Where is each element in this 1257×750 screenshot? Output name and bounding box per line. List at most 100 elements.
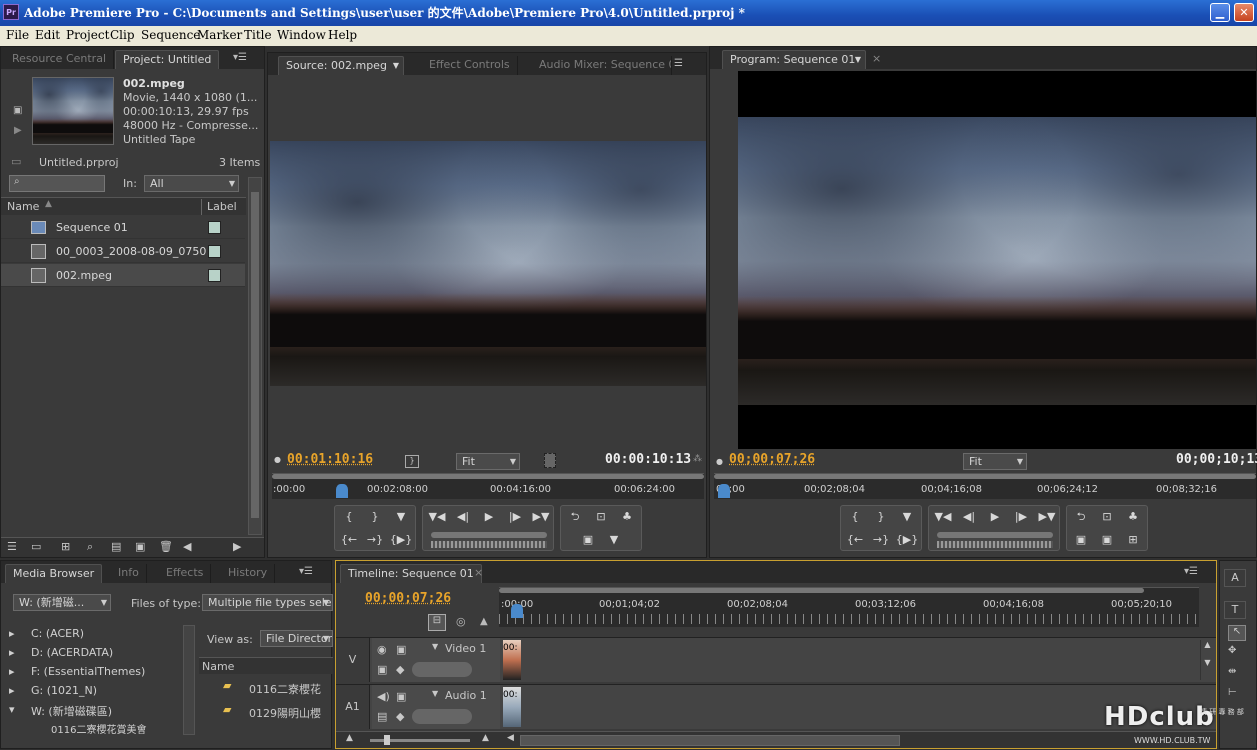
source-video-frame[interactable]	[270, 141, 706, 386]
folder-row[interactable]: ▰ 0129陽明山櫻	[199, 701, 333, 723]
project-item-clip-selected[interactable]: 002.mpeg	[1, 264, 245, 287]
panel-menu-icon[interactable]: ▾☰	[233, 52, 249, 64]
tab-media-browser[interactable]: Media Browser	[5, 564, 103, 583]
program-video-frame[interactable]	[738, 71, 1256, 449]
horizontal-scrollbar[interactable]	[520, 735, 900, 746]
tab-timeline[interactable]: Timeline: Sequence 01	[340, 564, 482, 583]
scroll-right-icon[interactable]: ▶	[233, 540, 241, 553]
set-marker-icon[interactable]: ◎	[456, 615, 466, 628]
drive-item[interactable]: G: (1021_N)	[31, 684, 97, 697]
project-item-clip[interactable]: 00_0003_2008-08-09_0750	[1, 240, 245, 263]
col-name-header[interactable]: Name	[202, 660, 234, 673]
program-fit-select[interactable]: Fit	[963, 453, 1027, 470]
project-scrollbar[interactable]	[248, 177, 262, 535]
chevron-down-icon[interactable]: ▼	[393, 57, 399, 75]
zoom-bar[interactable]	[499, 588, 1144, 593]
output-icon[interactable]: ♣	[615, 507, 639, 527]
prev-marker-icon[interactable]: ▼◀	[425, 507, 449, 527]
tab-program[interactable]: Program: Sequence 01 ▼	[722, 50, 866, 69]
timeline-current-timecode[interactable]: 00;00;07;26	[365, 591, 451, 606]
drive-item[interactable]: F: (EssentialThemes)	[31, 665, 145, 678]
keyframe-icon[interactable]: ◆	[396, 710, 404, 723]
zoom-slider-thumb[interactable]	[384, 735, 390, 745]
source-current-timecode[interactable]: 00:01:10:16	[287, 452, 373, 467]
program-current-timecode[interactable]: 00;00;07;26	[729, 452, 815, 467]
goto-out-icon[interactable]: →}	[363, 530, 387, 550]
play-in-out-icon[interactable]: {▶}	[389, 530, 413, 550]
lock-icon[interactable]: ▣	[396, 690, 406, 703]
track-scrollbar[interactable]: ▲ ▼	[1200, 640, 1214, 680]
video-target-label[interactable]: V	[336, 638, 370, 682]
chevron-down-icon[interactable]: ▼	[432, 642, 438, 651]
drive-select[interactable]: W: (新增磁...	[13, 594, 111, 611]
loop-icon[interactable]: ⮌	[563, 507, 587, 527]
snap-icon[interactable]: ⊟	[428, 614, 446, 631]
eye-icon[interactable]: ◉	[377, 643, 387, 656]
playhead-icon[interactable]	[511, 604, 523, 618]
drive-item[interactable]: C: (ACER)	[31, 627, 84, 640]
menu-window[interactable]: Window	[277, 28, 326, 42]
keyframe-nav[interactable]	[412, 662, 472, 677]
waveform-icon[interactable]: ▤	[377, 710, 387, 723]
set-in-icon[interactable]: {	[337, 507, 361, 527]
set-marker-icon[interactable]: ▼	[895, 507, 919, 527]
menu-edit[interactable]: Edit	[35, 28, 60, 42]
menu-clip[interactable]: Clip	[110, 28, 135, 42]
expand-icon[interactable]: ▸	[9, 646, 15, 659]
drive-item[interactable]: W: (新增磁碟區)	[31, 703, 112, 719]
expand-icon[interactable]: ▸	[9, 665, 15, 678]
find-icon[interactable]: ⌕	[87, 540, 93, 554]
safe-margins-icon[interactable]: ⊡	[1095, 507, 1119, 527]
tab-tools-t[interactable]: T	[1224, 601, 1246, 619]
icon-view-icon[interactable]: ▭	[31, 540, 41, 553]
lift-icon[interactable]: ▣	[1069, 530, 1093, 550]
expand-icon[interactable]: ▸	[9, 684, 15, 697]
overlay-icon[interactable]: ▼	[602, 530, 626, 550]
step-forward-icon[interactable]: |▶	[1009, 507, 1033, 527]
next-edit-icon[interactable]: ▶▼	[1035, 507, 1059, 527]
speaker-icon[interactable]: ◀)	[377, 690, 390, 703]
new-item-icon[interactable]: ▣	[135, 540, 145, 553]
zoom-bar[interactable]	[714, 474, 1256, 479]
expand-icon[interactable]: ▸	[9, 627, 15, 640]
selection-tool-icon[interactable]: ↖	[1228, 625, 1246, 641]
zoom-bar[interactable]	[272, 474, 704, 479]
drive-item[interactable]: D: (ACERDATA)	[31, 646, 113, 659]
prev-edit-icon[interactable]: ▼◀	[931, 507, 955, 527]
play-icon[interactable]: ▶	[983, 507, 1007, 527]
program-time-ruler[interactable]: 00;00 00;02;08;04 00;04;16;08 00;06;24;1…	[714, 473, 1256, 499]
output-icon[interactable]: ♣	[1121, 507, 1145, 527]
menu-title[interactable]: Title	[244, 28, 272, 42]
set-marker-icon[interactable]: ▼	[389, 507, 413, 527]
goto-out-icon[interactable]: →}	[869, 530, 893, 550]
panel-menu-icon[interactable]: ☰	[674, 58, 690, 70]
tab-project[interactable]: Project: Untitled	[115, 50, 220, 69]
in-filter-select[interactable]: All	[144, 175, 239, 192]
col-label-header[interactable]: Label	[207, 200, 237, 213]
scroll-left-icon[interactable]: ◀	[183, 540, 191, 553]
next-marker-icon[interactable]: ▶▼	[529, 507, 553, 527]
lock-icon[interactable]: ▣	[396, 643, 406, 656]
playhead-icon[interactable]	[336, 484, 348, 498]
extract-icon[interactable]: ▣	[1095, 530, 1119, 550]
tab-tools-a[interactable]: A	[1224, 569, 1246, 587]
chevron-down-icon[interactable]: ▼	[432, 689, 438, 698]
slip-tool-icon[interactable]: ⊢	[1228, 687, 1237, 698]
timeline-time-ruler[interactable]: :00;00 00;01;04;02 00;02;08;04 00;03;12;…	[499, 587, 1199, 627]
menu-sequence[interactable]: Sequence	[141, 28, 200, 42]
close-tab-icon[interactable]: ×	[872, 52, 881, 65]
tab-info[interactable]: Info	[111, 564, 147, 583]
rolling-edit-icon[interactable]: ⇹	[1228, 666, 1236, 677]
settings-icon[interactable]: ⁂	[693, 454, 702, 464]
set-out-icon[interactable]: }	[363, 507, 387, 527]
set-out-icon[interactable]: }	[869, 507, 893, 527]
audio-target-label[interactable]: A1	[336, 685, 370, 729]
loop-icon[interactable]: ⮌	[1069, 507, 1093, 527]
jog-wheel[interactable]	[431, 541, 547, 548]
zoom-out-icon[interactable]: ▲	[346, 733, 353, 743]
minimize-button[interactable]: ▁	[1210, 3, 1230, 22]
project-item-sequence[interactable]: Sequence 01	[1, 216, 245, 239]
scroll-left-icon[interactable]: ◀	[507, 733, 514, 743]
jog-wheel[interactable]	[937, 541, 1053, 548]
video-clip[interactable]: 00:	[503, 640, 521, 680]
